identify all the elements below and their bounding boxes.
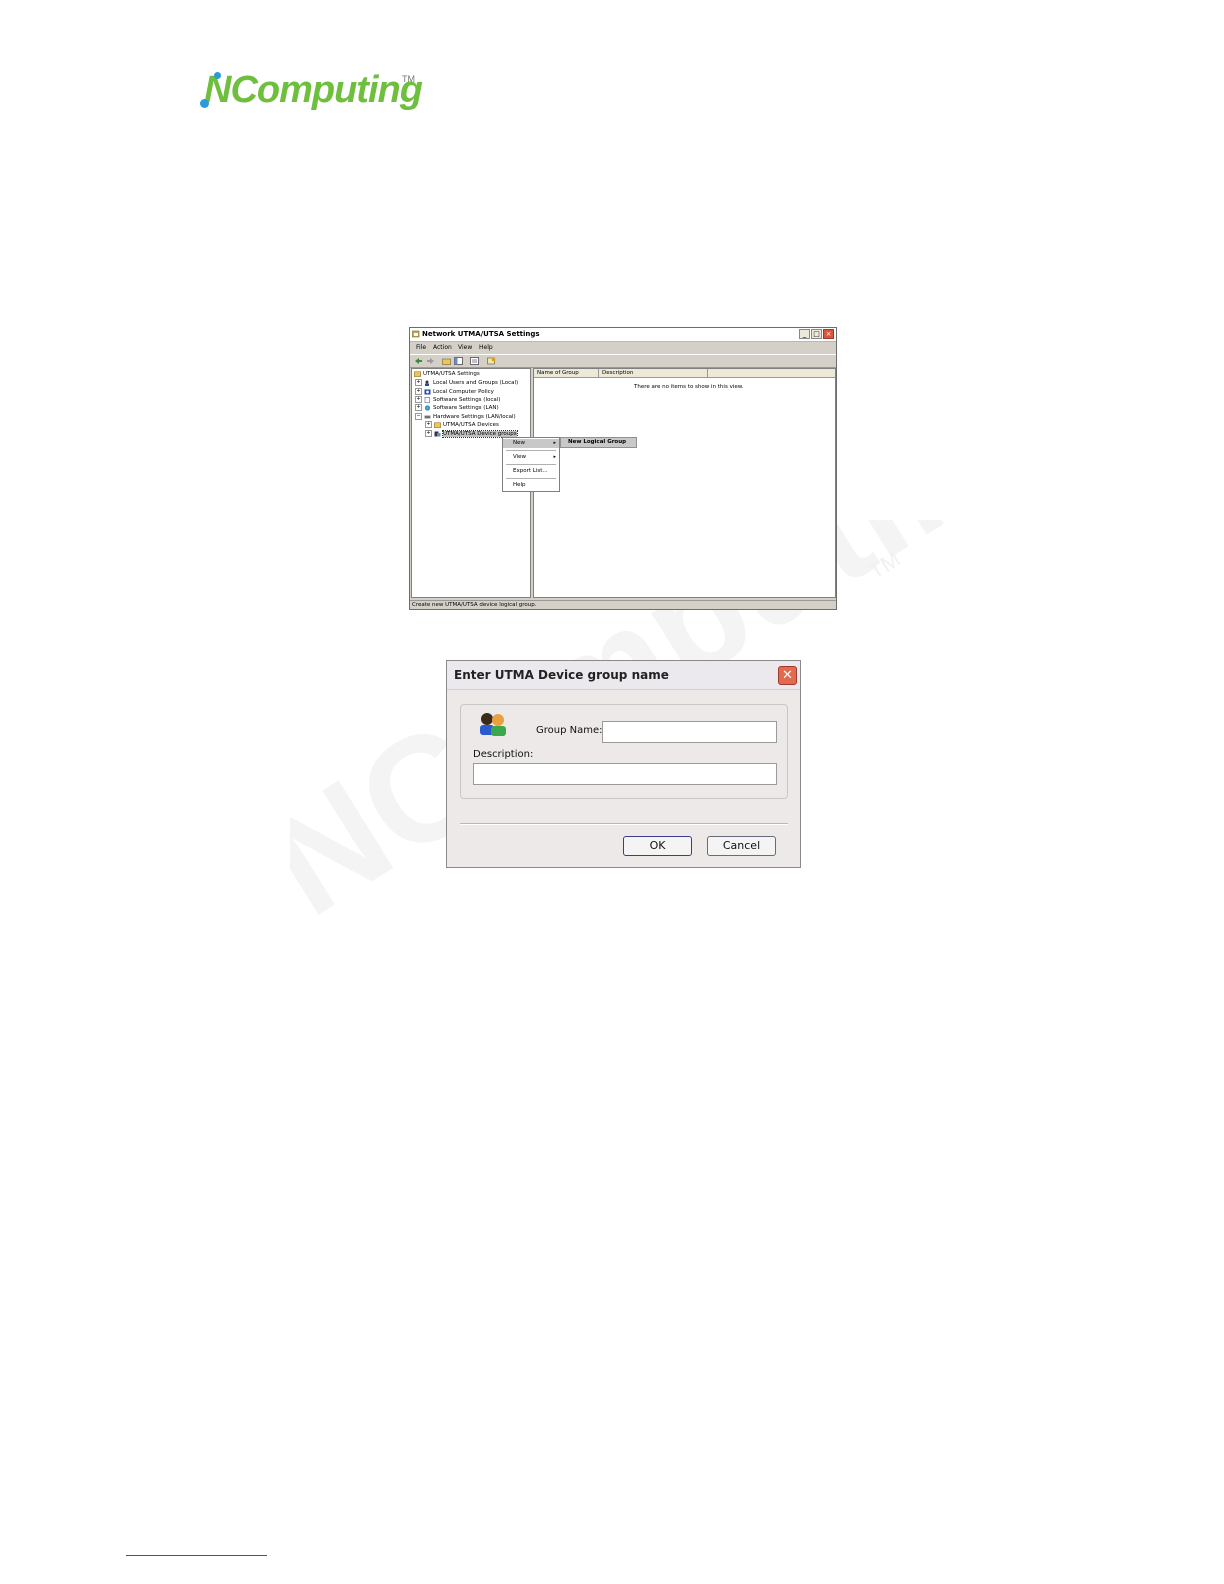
tree-label: Hardware Settings (LAN/local) <box>433 414 516 420</box>
expand-toggle[interactable]: + <box>415 388 422 395</box>
up-folder-icon[interactable] <box>442 357 451 365</box>
logo-dot <box>200 99 209 108</box>
app-icon <box>412 330 420 338</box>
submenu-arrow-icon: ▸ <box>553 454 556 460</box>
context-item-label: New <box>513 440 525 446</box>
collapse-toggle[interactable]: − <box>415 413 422 420</box>
ok-button[interactable]: OK <box>623 836 692 856</box>
document-icon <box>424 396 430 403</box>
menu-bar: File Action View Help <box>410 342 836 353</box>
expand-toggle[interactable]: + <box>415 404 422 411</box>
dialog-title-bar[interactable]: Enter UTMA Device group name ✕ <box>447 661 800 690</box>
export-list-icon[interactable] <box>470 357 479 365</box>
submenu-new-logical-group[interactable]: New Logical Group <box>560 437 637 448</box>
tree-item-software-local[interactable]: + Software Settings (local) <box>415 396 500 404</box>
result-pane: Name of Group Description There are no i… <box>533 368 836 598</box>
column-header-name[interactable]: Name of Group <box>534 369 599 378</box>
minimize-button[interactable]: _ <box>799 329 810 339</box>
menu-separator <box>506 464 556 465</box>
dialog-divider <box>460 823 788 825</box>
footer-link-underline <box>126 1555 267 1556</box>
cancel-button[interactable]: Cancel <box>707 836 776 856</box>
dialog-fieldset: Group Name: Description: <box>460 704 788 799</box>
tree-item-root[interactable]: UTMA/UTSA Settings <box>414 370 480 378</box>
expand-toggle[interactable]: + <box>425 421 432 428</box>
watermark-trademark: TM <box>864 546 904 584</box>
column-header-filler <box>708 369 835 378</box>
context-item-label: Export List... <box>513 468 548 474</box>
tree-item-software-lan[interactable]: + Software Settings (LAN) <box>415 404 499 412</box>
context-item-view[interactable]: View ▸ <box>503 453 559 462</box>
close-button[interactable]: × <box>823 329 834 339</box>
group-name-dialog: Enter UTMA Device group name ✕ Group Nam… <box>446 660 801 868</box>
properties-icon[interactable] <box>487 357 496 365</box>
tree-label: Local Computer Policy <box>433 389 494 395</box>
context-item-new[interactable]: New ▸ <box>503 439 559 448</box>
dialog-title: Enter UTMA Device group name <box>454 668 669 682</box>
logo-text: NComputing <box>204 69 423 111</box>
context-menu: New ▸ View ▸ Export List... Help <box>502 437 560 492</box>
show-tree-icon[interactable] <box>454 357 463 365</box>
context-item-label: View <box>513 454 527 460</box>
tree-label: Software Settings (local) <box>433 397 501 403</box>
ncomputing-logo: NComputing TM <box>196 66 426 116</box>
menu-file[interactable]: File <box>416 344 426 351</box>
mmc-window: Network UTMA/UTSA Settings _ □ × File Ac… <box>409 327 837 610</box>
submenu-arrow-icon: ▸ <box>553 440 556 446</box>
menu-separator <box>506 478 556 479</box>
tree-label: UTMA/UTSA Devices <box>443 422 499 428</box>
empty-message: There are no items to show in this view. <box>634 384 744 390</box>
tree-item-local-users[interactable]: + Local Users and Groups (Local) <box>415 379 518 387</box>
logo-dot <box>214 72 221 79</box>
group-name-input[interactable] <box>602 721 777 743</box>
logo-trademark: TM <box>402 74 415 84</box>
menu-view[interactable]: View <box>458 344 472 351</box>
policy-icon <box>424 389 431 394</box>
description-input[interactable] <box>473 763 777 785</box>
users-icon <box>425 380 429 386</box>
menu-action[interactable]: Action <box>433 344 452 351</box>
maximize-button[interactable]: □ <box>811 329 822 339</box>
tree-label: Software Settings (LAN) <box>433 405 499 411</box>
network-icon <box>424 404 431 411</box>
column-header-description[interactable]: Description <box>599 369 708 378</box>
hardware-icon <box>424 415 431 418</box>
device-group-icon <box>434 431 441 436</box>
mmc-title-bar[interactable]: Network UTMA/UTSA Settings _ □ × <box>410 328 836 342</box>
description-label: Description: <box>473 749 534 760</box>
folder-icon <box>414 371 421 377</box>
context-item-help[interactable]: Help <box>503 481 559 490</box>
forward-icon[interactable] <box>426 357 435 365</box>
tree-label: UTMA/UTSA Settings <box>423 371 480 377</box>
context-item-export[interactable]: Export List... <box>503 467 559 476</box>
menu-help[interactable]: Help <box>479 344 493 351</box>
status-bar: Create new UTMA/UTSA device logical grou… <box>410 600 836 609</box>
back-icon[interactable] <box>414 357 423 365</box>
folder-icon <box>434 422 441 428</box>
expand-toggle[interactable]: + <box>415 396 422 403</box>
tree-item-devices[interactable]: + UTMA/UTSA Devices <box>425 421 499 429</box>
mmc-title: Network UTMA/UTSA Settings <box>422 330 540 338</box>
group-name-label: Group Name: <box>536 725 603 736</box>
tree-item-local-policy[interactable]: + Local Computer Policy <box>415 388 494 396</box>
menu-separator <box>506 450 556 451</box>
users-icon <box>480 713 506 736</box>
expand-toggle[interactable]: + <box>425 430 432 437</box>
context-item-label: Help <box>513 482 526 488</box>
tree-label: Local Users and Groups (Local) <box>433 380 519 386</box>
tree-item-hardware[interactable]: − Hardware Settings (LAN/local) <box>415 413 516 421</box>
toolbar <box>410 354 836 368</box>
expand-toggle[interactable]: + <box>415 379 422 386</box>
dialog-close-button[interactable]: ✕ <box>778 666 797 685</box>
